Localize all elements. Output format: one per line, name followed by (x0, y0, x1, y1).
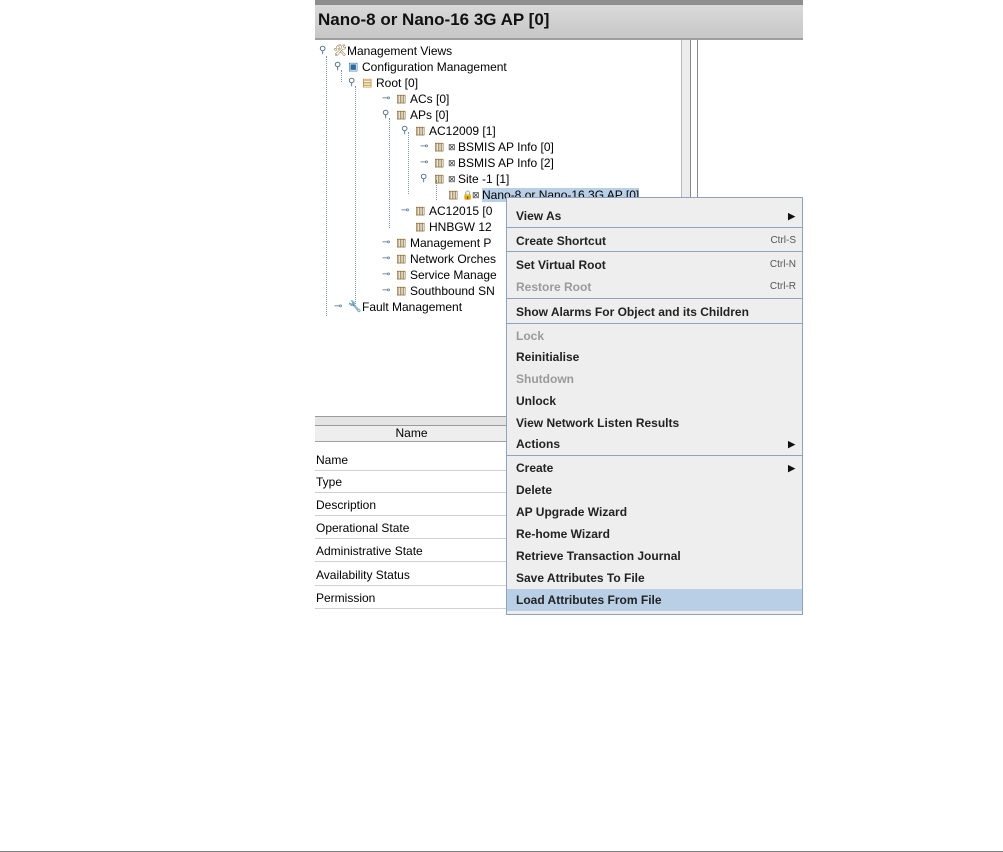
submenu-arrow-icon: ▶ (788, 463, 795, 473)
managed-object-icon: ▥ (396, 285, 407, 297)
menu-item-unlock[interactable]: Unlock (507, 390, 802, 412)
tree-node-ac12009[interactable]: ⚲ ▥ AC12009 [1] (401, 123, 496, 139)
managed-object-icon: ▥ (396, 93, 407, 105)
folder-icon: ▤ (362, 77, 373, 89)
menu-item-actions[interactable]: Actions ▶ (507, 433, 802, 455)
tree-node-southbound[interactable]: ⊸ ▥ Southbound SN (382, 283, 495, 299)
attribute-row-availability-status[interactable]: Availability Status (315, 564, 508, 586)
menu-item-rehome-wizard[interactable]: Re-home Wizard (507, 523, 802, 545)
menu-item-reinitialise[interactable]: Reinitialise (507, 346, 802, 368)
collapsed-toggle-icon[interactable]: ⊸ (420, 155, 434, 171)
alarm-mark-icon: ⊠ (448, 158, 456, 168)
menu-item-show-alarms[interactable]: Show Alarms For Object and its Children (507, 301, 802, 323)
attribute-row-name[interactable]: Name (315, 449, 508, 471)
shortcut-label: Ctrl-S (770, 235, 796, 246)
menu-item-view-as[interactable]: View As ▶ (507, 205, 802, 227)
expanded-toggle-icon[interactable]: ⚲ (420, 171, 434, 187)
managed-object-icon: ▥ (396, 237, 407, 249)
expanded-toggle-icon[interactable]: ⚲ (319, 43, 333, 59)
title-bar: Nano-8 or Nano-16 3G AP [0] (315, 0, 803, 40)
menu-item-create[interactable]: Create ▶ (507, 457, 802, 479)
menu-item-save-attributes[interactable]: Save Attributes To File (507, 567, 802, 589)
tree-guide-line (355, 86, 356, 306)
tree-node-bsmis-ap-info-2[interactable]: ⊸ ▥ ⊠ BSMIS AP Info [2] (420, 155, 554, 171)
tree-node-configuration-management[interactable]: ⚲ ▣ Configuration Management (334, 59, 507, 75)
menu-item-ap-upgrade-wizard[interactable]: AP Upgrade Wizard (507, 501, 802, 523)
tree-node-root[interactable]: ⚲ ▤ Root [0] (348, 75, 418, 91)
menu-item-delete[interactable]: Delete (507, 479, 802, 501)
managed-object-icon: ▥ (396, 269, 407, 281)
tree-node-service-manage[interactable]: ⊸ ▥ Service Manage (382, 267, 497, 283)
tree-node-aps[interactable]: ⚲ ▥ APs [0] (382, 107, 449, 123)
tree-node-ac12015[interactable]: ⊸ ▥ AC12015 [0 (401, 203, 492, 219)
menu-separator (507, 455, 802, 456)
collapsed-toggle-icon[interactable]: ⊸ (334, 299, 348, 315)
expanded-toggle-icon[interactable]: ⚲ (382, 107, 396, 123)
collapsed-toggle-icon[interactable]: ⊸ (382, 267, 396, 283)
attribute-row-administrative-state[interactable]: Administrative State (315, 540, 508, 562)
tree-guide-line (326, 56, 327, 316)
expanded-toggle-icon[interactable]: ⚲ (334, 59, 348, 75)
managed-object-icon: ▥ (396, 253, 407, 265)
managed-object-icon: ▥ (415, 125, 426, 137)
expanded-toggle-icon[interactable]: ⚲ (348, 75, 362, 91)
alarm-mark-icon: ⊠ (448, 142, 456, 152)
managed-object-icon: ▥ (415, 205, 426, 217)
menu-separator (507, 323, 802, 324)
menu-item-view-network-listen-results[interactable]: View Network Listen Results (507, 412, 802, 434)
collapsed-toggle-icon[interactable]: ⊸ (382, 91, 396, 107)
menu-item-set-virtual-root[interactable]: Set Virtual Root Ctrl-N (507, 254, 802, 276)
context-menu: View As ▶ Create Shortcut Ctrl-S Set Vir… (506, 197, 803, 615)
managed-object-icon: ▥ (434, 141, 445, 153)
managed-object-icon: ▥ (396, 109, 407, 121)
tree-node-management-views[interactable]: ⚲ 🛠Management Views (319, 43, 452, 59)
tree-node-network-orches[interactable]: ⊸ ▥ Network Orches (382, 251, 496, 267)
tree-node-hnbgw[interactable]: ▥ HNBGW 12 (415, 219, 492, 235)
application-window: Nano-8 or Nano-16 3G AP [0] ⚲ 🛠Management… (315, 0, 803, 615)
tree-node-management-p[interactable]: ⊸ ▥ Management P (382, 235, 491, 251)
submenu-arrow-icon: ▶ (788, 211, 795, 221)
alarm-mark-icon: ⊠ (472, 190, 480, 200)
attribute-row-permission[interactable]: Permission (315, 587, 508, 609)
tree-node-acs[interactable]: ⊸ ▥ ACs [0] (382, 91, 449, 107)
tree-guide-line (408, 132, 409, 194)
collapsed-toggle-icon[interactable]: ⊸ (382, 251, 396, 267)
menu-separator (507, 298, 802, 299)
menu-item-retrieve-transaction-journal[interactable]: Retrieve Transaction Journal (507, 545, 802, 567)
config-icon: ▣ (348, 61, 359, 73)
attribute-row-description[interactable]: Description (315, 494, 508, 516)
managed-object-icon: ▥ (434, 173, 445, 185)
managed-object-icon: ▥ (415, 221, 426, 233)
managed-object-icon: ▥ (448, 189, 459, 201)
menu-item-restore-root: Restore Root Ctrl-R (507, 276, 802, 298)
menu-item-create-shortcut[interactable]: Create Shortcut Ctrl-S (507, 230, 802, 252)
menu-separator (507, 251, 802, 252)
menu-item-shutdown: Shutdown (516, 372, 574, 386)
collapsed-toggle-icon[interactable]: ⊸ (382, 283, 396, 299)
tree-node-bsmis-ap-info-0[interactable]: ⊸ ▥ ⊠ BSMIS AP Info [0] (420, 139, 554, 155)
lock-icon: 🔒 (462, 190, 474, 200)
menu-separator (507, 227, 802, 228)
collapsed-toggle-icon[interactable]: ⊸ (382, 235, 396, 251)
fault-management-icon: 🔧 (348, 301, 362, 313)
attributes-column-header[interactable]: Name (315, 426, 508, 442)
collapsed-toggle-icon[interactable]: ⊸ (401, 203, 415, 219)
tree-guide-line (389, 118, 390, 228)
tools-icon: 🛠 (333, 45, 347, 57)
collapsed-toggle-icon[interactable]: ⊸ (420, 139, 434, 155)
tree-node-fault-management[interactable]: ⊸ 🔧Fault Management (334, 299, 462, 315)
menu-item-lock: Lock (516, 329, 545, 343)
shortcut-label: Ctrl-N (769, 259, 796, 270)
submenu-arrow-icon: ▶ (788, 439, 795, 449)
attribute-row-type[interactable]: Type (315, 471, 508, 493)
shortcut-label: Ctrl-R (769, 281, 796, 292)
expanded-toggle-icon[interactable]: ⚲ (401, 123, 415, 139)
tree-node-site[interactable]: ⚲ ▥ ⊠ Site -1 [1] (420, 171, 509, 187)
window-title: Nano-8 or Nano-16 3G AP [0] (318, 10, 550, 29)
attribute-row-operational-state[interactable]: Operational State (315, 517, 508, 539)
menu-item-load-attributes[interactable]: Load Attributes From File (507, 589, 802, 611)
alarm-mark-icon: ⊠ (448, 174, 456, 184)
managed-object-icon: ▥ (434, 157, 445, 169)
